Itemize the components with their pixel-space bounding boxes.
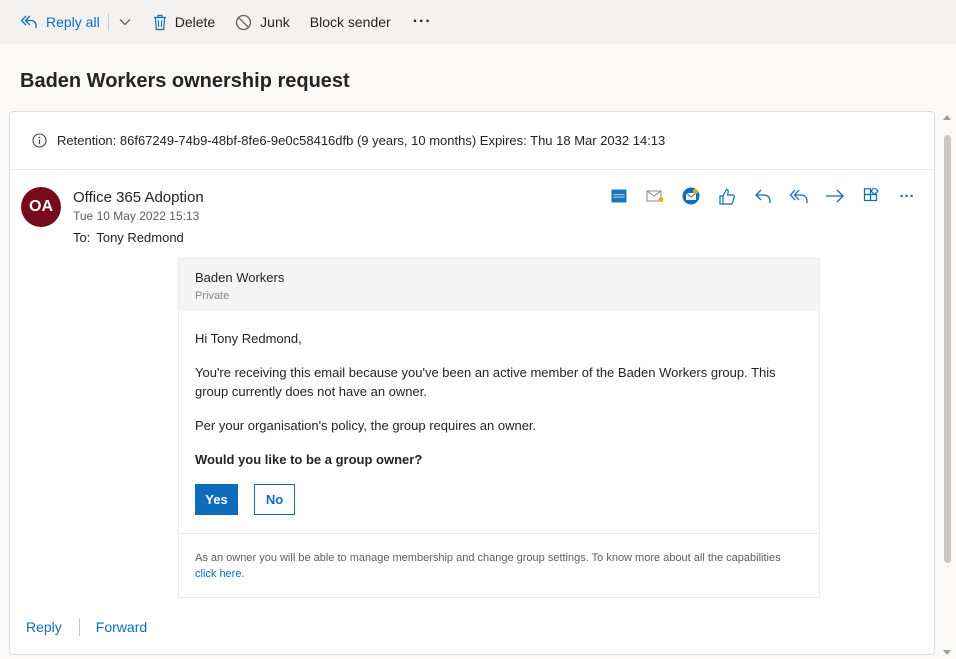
addin-button[interactable] (608, 185, 630, 207)
reply-button[interactable] (752, 185, 774, 207)
body-paragraph-2: Per your organisation's policy, the grou… (195, 418, 537, 433)
reply-icon (755, 189, 771, 203)
answer-buttons: Yes No (195, 484, 803, 515)
message-body: Hi Tony Redmond, You're receiving this e… (179, 311, 819, 515)
message-actions: ··· (608, 185, 918, 207)
footer-text: As an owner you will be able to manage m… (195, 552, 781, 564)
scroll-down-arrow[interactable] (943, 650, 951, 655)
more-icon: ··· (899, 187, 915, 205)
recipient-name[interactable]: Tony Redmond (96, 230, 183, 245)
more-message-actions-button[interactable]: ··· (896, 185, 918, 207)
no-button[interactable]: No (254, 484, 295, 515)
junk-label: Junk (260, 14, 290, 30)
vertical-scrollbar[interactable] (940, 111, 956, 659)
toolbar-divider (107, 13, 109, 31)
delete-label: Delete (174, 14, 216, 30)
greeting-text: Hi Tony Redmond, (195, 331, 302, 346)
more-actions-button[interactable]: ··· (413, 13, 432, 31)
apps-icon (863, 188, 879, 202)
reply-options-dropdown[interactable] (119, 18, 131, 26)
group-name: Baden Workers (195, 270, 285, 285)
forward-button[interactable] (824, 185, 846, 207)
sender-name[interactable]: Office 365 Adoption (73, 189, 204, 206)
sender-avatar[interactable]: OA (21, 187, 61, 227)
reply-all-icon (789, 189, 808, 203)
junk-button[interactable]: Junk (235, 14, 290, 31)
block-sender-button[interactable]: Block sender (310, 14, 391, 30)
command-toolbar: Reply all Delete Junk Block sender ··· (0, 0, 956, 44)
actionable-message-card: Baden Workers Private Hi Tony Redmond, Y… (178, 258, 820, 598)
scroll-up-arrow[interactable] (943, 115, 951, 120)
reply-all-action-button[interactable] (788, 185, 810, 207)
yes-button[interactable]: Yes (195, 484, 238, 515)
chevron-down-icon (119, 19, 131, 26)
mail-notification-icon (646, 190, 664, 202)
forward-arrow-icon (826, 189, 844, 203)
block-sender-label: Block sender (309, 14, 391, 30)
scroll-thumb[interactable] (944, 135, 951, 563)
unread-mail-button[interactable] (644, 185, 666, 207)
reply-divider (78, 618, 80, 636)
addin-icon (611, 189, 627, 203)
reply-forward-bar: Reply Forward (26, 618, 147, 636)
reading-pane-card: Retention: 86f67249-74b9-48bf-8fe6-9e0c5… (9, 111, 935, 655)
block-icon (236, 14, 252, 30)
to-label: To: (73, 230, 91, 245)
reply-all-label: Reply all (46, 14, 100, 30)
reply-link[interactable]: Reply (26, 619, 62, 635)
click-here-link[interactable]: click here (195, 568, 241, 580)
like-button[interactable] (716, 185, 738, 207)
footer-end: . (241, 568, 245, 580)
email-subject: Baden Workers ownership request (20, 70, 350, 92)
delete-button[interactable]: Delete (153, 14, 215, 31)
card-footer: As an owner you will be able to manage m… (179, 533, 819, 598)
body-paragraph-1: You're receiving this email because you'… (195, 365, 776, 399)
thumbs-up-icon (719, 188, 735, 205)
trash-icon (153, 14, 166, 30)
outlook-circle-icon (682, 187, 700, 205)
reply-all-button[interactable]: Reply all (20, 14, 100, 30)
ownership-question: Would you like to be a group owner? (195, 452, 423, 467)
forward-link[interactable]: Forward (96, 619, 147, 635)
reply-all-icon (20, 15, 37, 28)
outlook-addin-button[interactable] (680, 185, 702, 207)
recipients-line: To: Tony Redmond (73, 230, 184, 245)
group-header: Baden Workers Private (179, 259, 819, 311)
info-icon (32, 133, 47, 148)
group-privacy: Private (195, 290, 230, 302)
apps-button[interactable] (860, 185, 882, 207)
more-icon: ··· (412, 13, 432, 30)
retention-banner: Retention: 86f67249-74b9-48bf-8fe6-9e0c5… (10, 112, 934, 170)
retention-text: Retention: 86f67249-74b9-48bf-8fe6-9e0c5… (57, 133, 666, 148)
message-date: Tue 10 May 2022 15:13 (73, 209, 200, 223)
